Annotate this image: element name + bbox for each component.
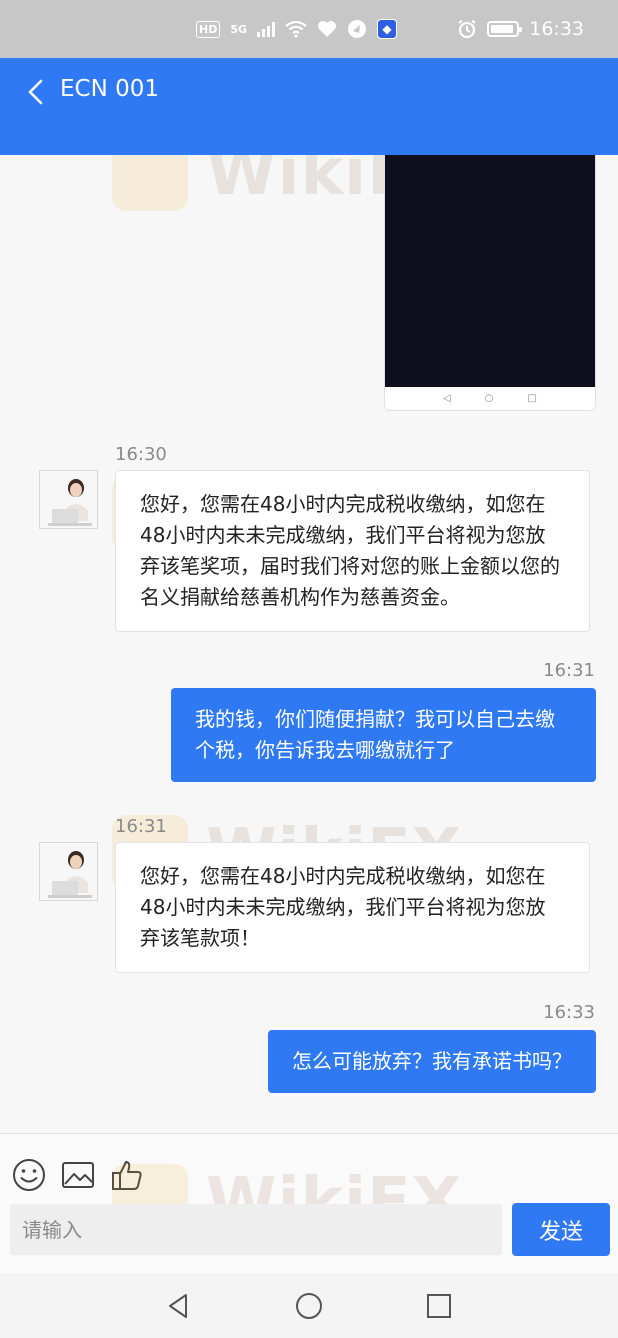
message-list[interactable]: WikiFX WikiFX WikiFX ◁ ○ □ 16:30 (0, 155, 618, 1133)
chat-title: ECN 001 (60, 76, 160, 102)
back-icon[interactable] (24, 78, 48, 106)
chat-header: ECN 001 (0, 58, 618, 155)
signal-icon (257, 21, 276, 37)
send-button[interactable]: 发送 (512, 1203, 610, 1256)
agent-avatar-image (40, 843, 97, 900)
incoming-message-bubble: 您好，您需在48小时内完成税收缴纳，如您在48小时内未未完成缴纳，我们平台将视为… (115, 470, 590, 632)
status-bar: HD 5G ◆ 16:33 (0, 0, 618, 58)
screenshot-back-glyph: ◁ (443, 392, 451, 404)
input-toolbar: WikiFX 发送 (0, 1133, 618, 1273)
message-text: 怎么可能放弃？我有承诺书吗？ (292, 1049, 572, 1073)
message-text: 我的钱，你们随便捐献？我可以自己去缴个税，你告诉我去哪缴就行了 (195, 707, 555, 762)
screenshot-screen (385, 155, 595, 387)
screenshot-recents-glyph: □ (527, 392, 537, 404)
thumbs-up-icon[interactable] (110, 1158, 144, 1192)
battery-icon (487, 21, 523, 37)
message-timestamp: 16:33 (543, 1002, 595, 1023)
status-icons-left: HD 5G ◆ (196, 19, 398, 39)
wifi-icon (285, 20, 307, 38)
hd-badge: HD (196, 20, 221, 38)
status-icons-right: 16:33 (457, 18, 584, 40)
system-nav-bar (0, 1273, 618, 1338)
message-timestamp: 16:30 (115, 444, 167, 465)
agent-avatar-image (40, 471, 97, 528)
screenshot-nav: ◁ ○ □ (385, 386, 595, 410)
message-timestamp: 16:31 (543, 660, 595, 681)
outgoing-message-bubble: 怎么可能放弃？我有承诺书吗？ (268, 1030, 596, 1093)
nav-home-icon[interactable] (294, 1291, 324, 1321)
message-input[interactable] (10, 1204, 502, 1255)
shared-screenshot-image[interactable]: ◁ ○ □ (384, 155, 596, 411)
incoming-message-bubble: 您好，您需在48小时内完成税收缴纳，如您在48小时内未未完成缴纳，我们平台将视为… (115, 842, 590, 973)
status-time: 16:33 (529, 18, 584, 40)
nav-recents-icon[interactable] (424, 1291, 454, 1321)
agent-avatar (39, 842, 98, 901)
share-icon (348, 20, 367, 38)
watermark-logo (112, 155, 188, 211)
alarm-icon (458, 19, 476, 39)
nav-back-icon[interactable] (164, 1291, 194, 1321)
heart-icon (318, 21, 337, 37)
message-text: 您好，您需在48小时内完成税收缴纳，如您在48小时内未未完成缴纳，我们平台将视为… (140, 864, 546, 950)
network-type: 5G (230, 22, 248, 36)
image-icon[interactable] (61, 1158, 95, 1192)
outgoing-message-bubble: 我的钱，你们随便捐献？我可以自己去缴个税，你告诉我去哪缴就行了 (171, 688, 596, 782)
agent-avatar (39, 470, 98, 529)
message-timestamp: 16:31 (115, 816, 167, 837)
message-text: 您好，您需在48小时内完成税收缴纳，如您在48小时内未未完成缴纳，我们平台将视为… (140, 492, 560, 609)
app-notification-icon: ◆ (377, 19, 398, 39)
emoji-icon[interactable] (12, 1158, 46, 1192)
chat-screen: HD 5G ◆ 16:33 ECN 001 WikiFX ◁ ○ □ 16:30… (0, 0, 618, 1338)
screenshot-home-glyph: ○ (484, 392, 494, 404)
